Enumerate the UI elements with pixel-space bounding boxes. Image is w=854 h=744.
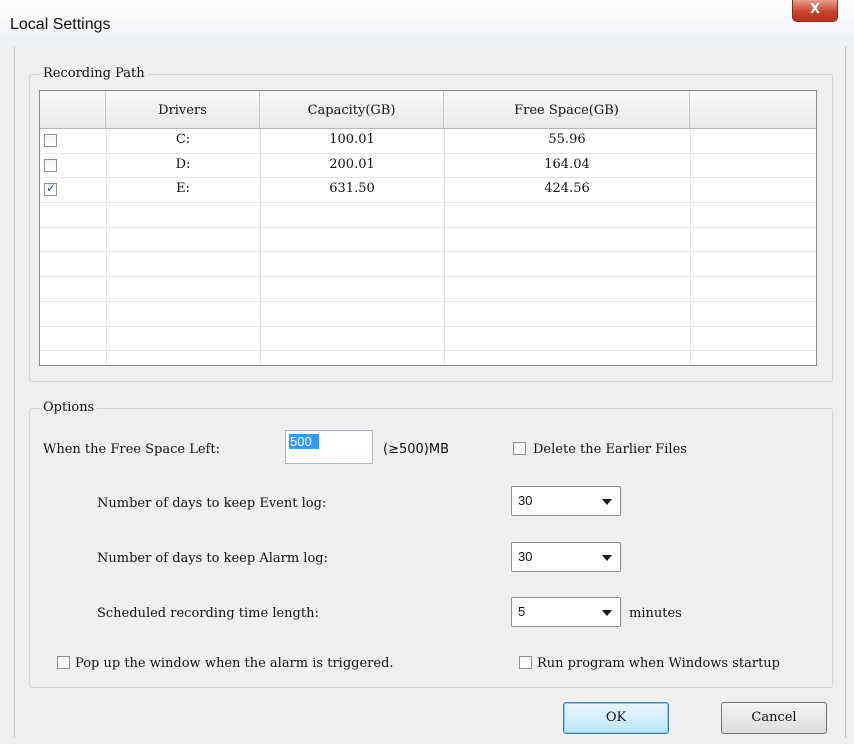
scheduled-recording-label: Scheduled recording time length:	[97, 606, 319, 621]
scheduled-recording-unit: minutes	[629, 606, 682, 621]
drive-capacity: 631.50	[329, 181, 375, 197]
free-space-value: 500	[289, 434, 319, 449]
table-header: Drivers Capacity(GB) Free Space(GB)	[40, 91, 816, 129]
table-row[interactable]: D: 200.01 164.04	[40, 154, 816, 179]
empty-row	[40, 302, 816, 327]
alarm-log-label: Number of days to keep Alarm log:	[97, 551, 328, 566]
drive-free-space: 55.96	[548, 132, 586, 147]
scheduled-recording-dropdown[interactable]: 5	[511, 597, 621, 627]
scheduled-recording-value: 5	[518, 604, 526, 619]
cancel-button[interactable]: Cancel	[721, 702, 827, 734]
drive-name: D:	[175, 156, 191, 172]
drives-table: Drivers Capacity(GB) Free Space(GB) C: 1…	[39, 90, 817, 366]
free-space-unit: (≥500)MB	[383, 442, 449, 457]
run-on-startup-checkbox[interactable]	[519, 656, 532, 669]
drive-c-checkbox[interactable]	[44, 134, 57, 147]
delete-earlier-checkbox[interactable]	[513, 442, 526, 455]
delete-earlier-label[interactable]: Delete the Earlier Files	[533, 442, 687, 457]
alarm-log-dropdown[interactable]: 30	[511, 542, 621, 572]
event-log-value: 30	[518, 493, 533, 508]
chevron-down-icon	[602, 610, 612, 616]
free-space-input[interactable]: 500	[285, 430, 373, 464]
header-capacity[interactable]: Capacity(GB)	[260, 91, 444, 129]
dialog-client-area: Recording Path Drivers Capacity(GB) Free…	[14, 46, 846, 738]
free-space-label: When the Free Space Left:	[43, 442, 220, 457]
drive-free-space: 424.56	[544, 181, 590, 197]
header-filler	[690, 91, 816, 129]
popup-alarm-checkbox[interactable]	[57, 656, 70, 669]
empty-row	[40, 253, 816, 278]
table-row[interactable]: C: 100.01 55.96	[40, 129, 816, 154]
header-drivers[interactable]: Drivers	[106, 91, 260, 129]
drive-free-space: 164.04	[544, 156, 590, 172]
title-bar[interactable]: Local Settings X	[0, 0, 854, 46]
run-on-startup-label[interactable]: Run program when Windows startup	[537, 656, 780, 671]
empty-row	[40, 277, 816, 302]
drive-name: C:	[175, 132, 191, 147]
chevron-down-icon	[602, 555, 612, 561]
event-log-dropdown[interactable]: 30	[511, 486, 621, 516]
drive-name: E:	[176, 181, 190, 197]
close-button[interactable]: X	[792, 0, 838, 22]
local-settings-window: Local Settings X Recording Path Drivers …	[0, 0, 854, 744]
chevron-down-icon	[602, 499, 612, 505]
empty-row	[40, 228, 816, 253]
popup-alarm-label[interactable]: Pop up the window when the alarm is trig…	[75, 656, 394, 671]
window-title: Local Settings	[10, 16, 111, 33]
drive-e-checkbox[interactable]	[44, 181, 57, 197]
header-free-space[interactable]: Free Space(GB)	[444, 91, 690, 129]
header-checkbox-column	[40, 91, 106, 129]
options-legend: Options	[40, 400, 98, 415]
close-icon: X	[809, 2, 821, 17]
ok-button[interactable]: OK	[563, 702, 669, 734]
empty-row	[40, 327, 816, 352]
drive-d-checkbox[interactable]	[44, 158, 57, 172]
alarm-log-value: 30	[518, 549, 533, 564]
table-row[interactable]: E: 631.50 424.56	[40, 178, 816, 204]
drive-capacity: 200.01	[329, 156, 375, 172]
event-log-label: Number of days to keep Event log:	[97, 496, 327, 511]
empty-row	[40, 203, 816, 228]
recording-path-legend: Recording Path	[40, 66, 148, 81]
drive-capacity: 100.01	[329, 132, 375, 147]
